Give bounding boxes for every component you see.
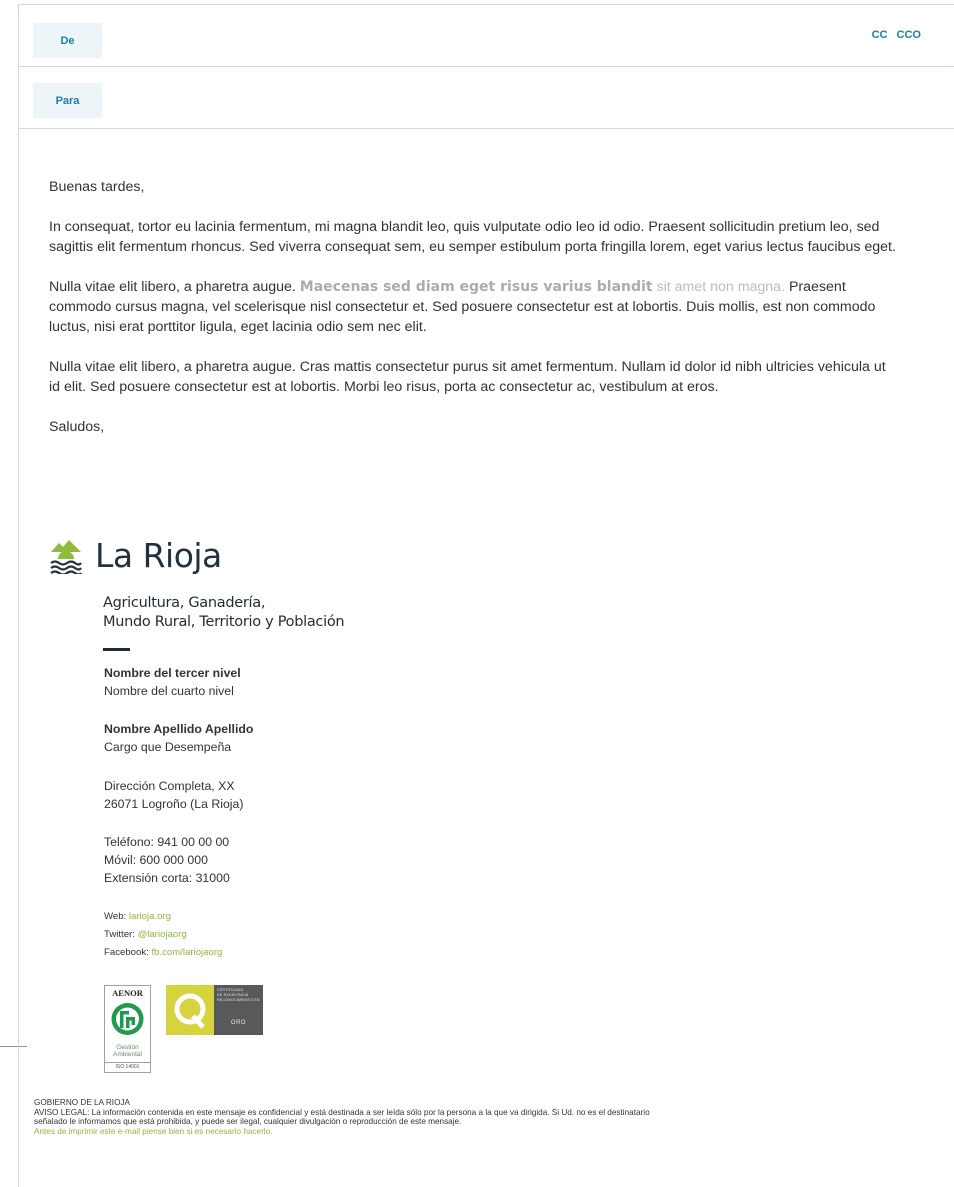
cc-bcc-links: CC CCO	[866, 29, 921, 41]
person-block: Nombre Apellido Apellido Cargo que Desem…	[104, 720, 253, 756]
highlighted-text: Maecenas sed diam eget risus varius blan…	[299, 279, 653, 295]
department-line-1: Agricultura, Ganadería,	[103, 595, 266, 611]
web-row: Web: larioja.org	[104, 908, 222, 926]
facebook-link[interactable]: fb.com/lariojaorg	[151, 947, 222, 958]
greeting: Buenas tardes,	[49, 179, 145, 195]
q-badge-text: CERTIFICADO DE EXCELENCIA RECONOCIMIENTO…	[214, 985, 263, 1035]
la-rioja-logo: La Rioja	[49, 536, 222, 575]
q-oro: ORO	[230, 1020, 247, 1026]
gestion-ambiental-icon	[111, 1003, 144, 1035]
web-label: Web:	[104, 911, 129, 922]
aenor-iso: ISO 14001	[105, 1062, 150, 1072]
aenor-title: AENOR	[112, 988, 143, 998]
paragraph-1: In consequat, tortor eu lacinia fermentu…	[49, 219, 896, 255]
twitter-row: Twitter: @lariojaorg	[104, 926, 222, 944]
third-level: Nombre del tercer nivel	[104, 666, 241, 680]
phone-block: Teléfono: 941 00 00 00 Móvil: 600 000 00…	[104, 833, 230, 887]
mobile: Móvil: 600 000 000	[104, 853, 208, 867]
twitter-label: Twitter:	[104, 929, 138, 940]
organization-levels: Nombre del tercer nivel Nombre del cuart…	[104, 664, 241, 700]
legal-notice: GOBIERNO DE LA RIOJA AVISO LEGAL: La inf…	[34, 1098, 944, 1136]
logo-wordmark: La Rioja	[95, 536, 222, 575]
to-row: Para	[19, 67, 954, 129]
from-row: De CC CCO	[19, 5, 954, 67]
address-line-2: 26071 Logroño (La Rioja)	[104, 797, 244, 811]
message-body[interactable]: Buenas tardes, In consequat, tortor eu l…	[49, 177, 899, 457]
social-links: Web: larioja.org Twitter: @lariojaorg Fa…	[104, 908, 222, 962]
q-cert-text: CERTIFICADO DE EXCELENCIA RECONOCIMIENTO…	[214, 985, 263, 1003]
legal-line-1: AVISO LEGAL: La información contenida en…	[34, 1107, 650, 1117]
legal-org: GOBIERNO DE LA RIOJA	[34, 1098, 130, 1107]
facebook-row: Facebook: fb.com/lariojaorg	[104, 944, 222, 962]
phone: Teléfono: 941 00 00 00	[104, 835, 230, 849]
to-button[interactable]: Para	[33, 83, 102, 118]
mountain-river-icon	[50, 539, 82, 574]
facebook-label: Facebook:	[104, 947, 152, 958]
muted-text: sit amet non magna.	[652, 279, 786, 295]
department-name: Agricultura, Ganadería, Mundo Rural, Ter…	[103, 594, 345, 632]
q-cert-line-3: RECONOCIMIENTO EN	[217, 998, 260, 1002]
person-name: Nombre Apellido Apellido	[104, 722, 254, 736]
address-block: Dirección Completa, XX 26071 Logroño (La…	[104, 777, 243, 813]
paragraph-2: Nulla vitae elit libero, a pharetra augu…	[49, 277, 899, 337]
bcc-link[interactable]: CCO	[897, 29, 921, 41]
aenor-badge: AENOR Gestión Ambiental ISO 14001	[104, 985, 151, 1073]
signature-divider	[103, 648, 130, 651]
cc-link[interactable]: CC	[872, 29, 888, 41]
extension: Extensión corta: 31000	[104, 871, 230, 885]
twitter-link[interactable]: @lariojaorg	[138, 929, 187, 940]
address-line-1: Dirección Completa, XX	[104, 779, 235, 793]
fourth-level: Nombre del cuarto nivel	[104, 684, 234, 698]
legal-line-2: señalado le informamos que está prohibid…	[34, 1117, 462, 1126]
aenor-label: Gestión Ambiental	[105, 1044, 150, 1058]
closing: Saludos,	[49, 419, 105, 435]
certification-badges: AENOR Gestión Ambiental ISO 14001 CERTIF…	[104, 985, 263, 1073]
web-link[interactable]: larioja.org	[129, 911, 171, 922]
person-position: Cargo que Desempeña	[104, 740, 232, 754]
from-button[interactable]: De	[33, 23, 102, 58]
paragraph-2-start: Nulla vitae elit libero, a pharetra augu…	[49, 279, 300, 295]
aenor-gestion: Gestión	[116, 1044, 139, 1051]
department-line-2: Mundo Rural, Territorio y Población	[103, 614, 345, 630]
q-excellence-badge: CERTIFICADO DE EXCELENCIA RECONOCIMIENTO…	[166, 985, 263, 1035]
q-logo-icon	[166, 985, 214, 1035]
paragraph-3: Nulla vitae elit libero, a pharetra augu…	[49, 359, 886, 395]
print-notice: Antes de imprimir este e-mail piense bie…	[34, 1126, 273, 1136]
aenor-ambiental: Ambiental	[113, 1051, 142, 1058]
